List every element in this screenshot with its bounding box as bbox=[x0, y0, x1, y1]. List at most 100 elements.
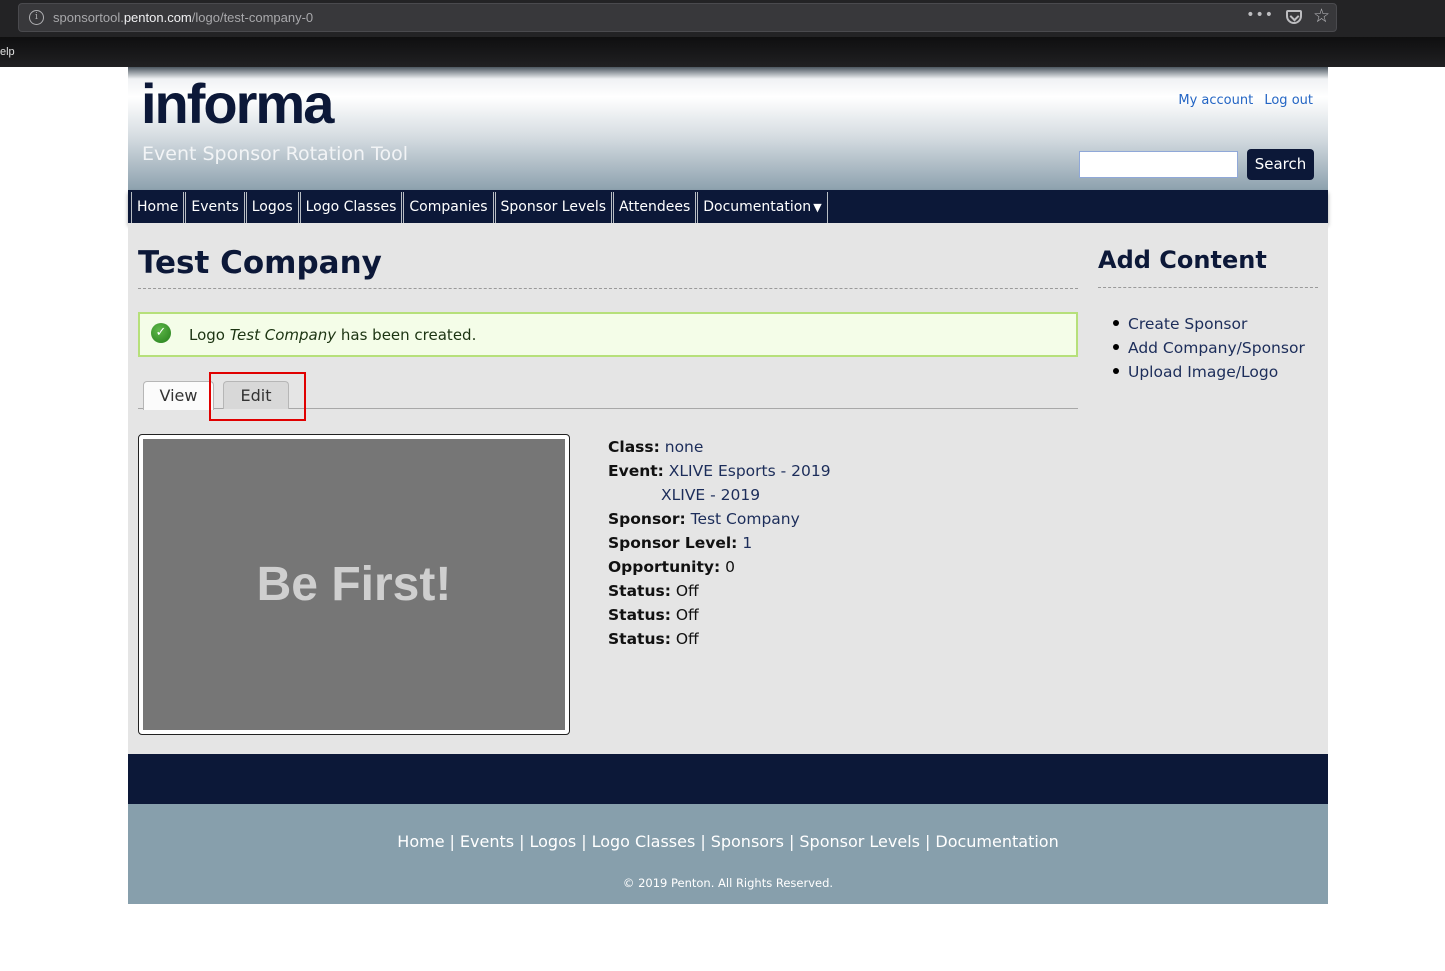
footer-separator: | bbox=[924, 832, 931, 851]
page-title: Test Company bbox=[138, 245, 382, 281]
address-bar[interactable]: i sponsortool.penton.com/logo/test-compa… bbox=[18, 3, 1337, 32]
url-path: /logo/test-company-0 bbox=[191, 10, 314, 25]
nav-sponsor-levels[interactable]: Sponsor Levels bbox=[494, 192, 613, 223]
informa-logo[interactable]: informa bbox=[141, 71, 334, 136]
footer-separator: | bbox=[519, 832, 525, 851]
my-account-link[interactable]: My account bbox=[1178, 93, 1253, 108]
footer-separator: | bbox=[581, 832, 587, 851]
detail-label: Event: bbox=[608, 462, 664, 480]
edit-tab-highlight bbox=[209, 372, 306, 421]
nav-logo-classes[interactable]: Logo Classes bbox=[299, 192, 403, 223]
detail-class: Class: none bbox=[608, 435, 831, 459]
title-divider bbox=[138, 288, 1078, 289]
detail-event: Event: XLIVE Esports - 2019 bbox=[608, 459, 831, 483]
status-message: ✓ Logo Test Company has been created. bbox=[138, 312, 1078, 357]
search-input[interactable] bbox=[1079, 151, 1238, 178]
detail-label: Status: bbox=[608, 582, 671, 600]
pocket-icon[interactable] bbox=[1286, 10, 1302, 24]
footer-link-sponsors[interactable]: Sponsors bbox=[711, 832, 784, 851]
nav-documentation[interactable]: Documentation ▼ bbox=[697, 192, 828, 223]
detail-value: 0 bbox=[725, 558, 735, 576]
page: informa Event Sponsor Rotation Tool My a… bbox=[128, 67, 1328, 904]
nav-logos[interactable]: Logos bbox=[245, 192, 299, 223]
url-text: sponsortool.penton.com/logo/test-company… bbox=[53, 10, 313, 25]
site-header: informa Event Sponsor Rotation Tool My a… bbox=[128, 67, 1328, 190]
status-message-text: Logo Test Company has been created. bbox=[189, 326, 476, 344]
detail-label: Sponsor: bbox=[608, 510, 686, 528]
log-out-link[interactable]: Log out bbox=[1264, 93, 1313, 108]
bookmark-star-icon[interactable]: ☆ bbox=[1313, 5, 1330, 27]
sidebar-title: Add Content bbox=[1098, 246, 1267, 274]
success-check-icon: ✓ bbox=[151, 323, 171, 343]
detail-opportunity: Opportunity: 0 bbox=[608, 555, 831, 579]
sidebar-item-upload-image-logo[interactable]: Upload Image/Logo bbox=[1113, 360, 1305, 384]
page-actions-more-icon[interactable]: ••• bbox=[1246, 7, 1274, 23]
site-info-icon[interactable]: i bbox=[29, 10, 44, 25]
user-links: My account Log out bbox=[1171, 93, 1313, 108]
detail-sponsor: Sponsor: Test Company bbox=[608, 507, 831, 531]
logo-details: Class: none Event: XLIVE Esports - 2019 … bbox=[608, 435, 831, 651]
footer-separator: | bbox=[700, 832, 706, 851]
detail-status: Status: Off bbox=[608, 579, 831, 603]
sidebar-link-label: Add Company/Sponsor bbox=[1128, 339, 1305, 357]
message-prefix: Logo bbox=[189, 326, 230, 344]
detail-value: none bbox=[664, 438, 704, 456]
detail-label: Status: bbox=[608, 630, 671, 648]
detail-sponsor-level: Sponsor Level: 1 bbox=[608, 531, 831, 555]
logo-image: Be First! bbox=[138, 434, 570, 735]
footer-link-sponsor-levels[interactable]: Sponsor Levels bbox=[799, 832, 920, 851]
sponsor-link[interactable]: Test Company bbox=[691, 510, 800, 528]
message-suffix: has been created. bbox=[336, 326, 477, 344]
nav-documentation-label: Documentation bbox=[703, 199, 812, 215]
detail-event-2: XLIVE - 2019 bbox=[608, 483, 831, 507]
detail-status: Status: Off bbox=[608, 603, 831, 627]
primary-nav: Home Events Logos Logo Classes Companies… bbox=[128, 190, 1328, 223]
detail-label: Sponsor Level: bbox=[608, 534, 738, 552]
url-prefix: sponsortool. bbox=[53, 10, 124, 25]
site-footer: Home | Events | Logos | Logo Classes | Sponsors |… bbox=[128, 804, 1328, 904]
footer-link-events[interactable]: Events bbox=[460, 832, 514, 851]
footer-separator: | bbox=[449, 832, 455, 851]
detail-label: Status: bbox=[608, 606, 671, 624]
nav-attendees[interactable]: Attendees bbox=[613, 192, 697, 223]
footer-band bbox=[128, 754, 1328, 804]
copyright: © 2019 Penton. All Rights Reserved. bbox=[622, 876, 834, 890]
detail-value: Off bbox=[675, 630, 699, 648]
footer-link-logos[interactable]: Logos bbox=[529, 832, 576, 851]
nav-companies[interactable]: Companies bbox=[403, 192, 494, 223]
event-link[interactable]: XLIVE Esports - 2019 bbox=[669, 462, 831, 480]
detail-value: Off bbox=[675, 606, 699, 624]
site-name: Event Sponsor Rotation Tool bbox=[142, 143, 409, 165]
tab-view[interactable]: View bbox=[143, 381, 214, 410]
sidebar-item-create-sponsor[interactable]: Create Sponsor bbox=[1113, 312, 1305, 336]
footer-link-home[interactable]: Home bbox=[397, 832, 444, 851]
dropdown-caret-icon: ▼ bbox=[813, 201, 822, 214]
sidebar-item-add-company-sponsor[interactable]: Add Company/Sponsor bbox=[1113, 336, 1305, 360]
sidebar-link-label: Create Sponsor bbox=[1128, 315, 1248, 333]
bullet-icon bbox=[1113, 319, 1119, 326]
footer-link-logo-classes[interactable]: Logo Classes bbox=[592, 832, 696, 851]
detail-value: Off bbox=[675, 582, 699, 600]
nav-events[interactable]: Events bbox=[185, 192, 245, 223]
event-link[interactable]: XLIVE - 2019 bbox=[661, 486, 760, 504]
help-menu-partial[interactable]: elp bbox=[0, 46, 15, 58]
content-area: Test Company ✓ Logo Test Company has bee… bbox=[128, 223, 1328, 754]
footer-links: Home | Events | Logos | Logo Classes | Sponsors |… bbox=[128, 804, 1328, 851]
placeholder-text: Be First! bbox=[256, 558, 452, 611]
footer-link-documentation[interactable]: Documentation bbox=[935, 832, 1058, 851]
detail-label: Opportunity: bbox=[608, 558, 721, 576]
footer-separator: | bbox=[788, 832, 795, 851]
sidebar-divider bbox=[1098, 287, 1318, 288]
sidebar-links: Create Sponsor Add Company/Sponsor Uploa… bbox=[1113, 312, 1305, 384]
nav-home[interactable]: Home bbox=[131, 192, 185, 223]
sponsor-level-link[interactable]: 1 bbox=[742, 534, 752, 552]
bullet-icon bbox=[1113, 343, 1119, 350]
bullet-icon bbox=[1113, 367, 1119, 374]
search-button[interactable]: Search bbox=[1247, 149, 1314, 180]
message-emphasis: Test Company bbox=[229, 326, 337, 344]
detail-status: Status: Off bbox=[608, 627, 831, 651]
browser-menu-bar: elp bbox=[0, 37, 1445, 67]
logo-placeholder: Be First! bbox=[143, 439, 565, 730]
detail-label: Class: bbox=[608, 438, 660, 456]
browser-toolbar: i sponsortool.penton.com/logo/test-compa… bbox=[0, 0, 1445, 37]
